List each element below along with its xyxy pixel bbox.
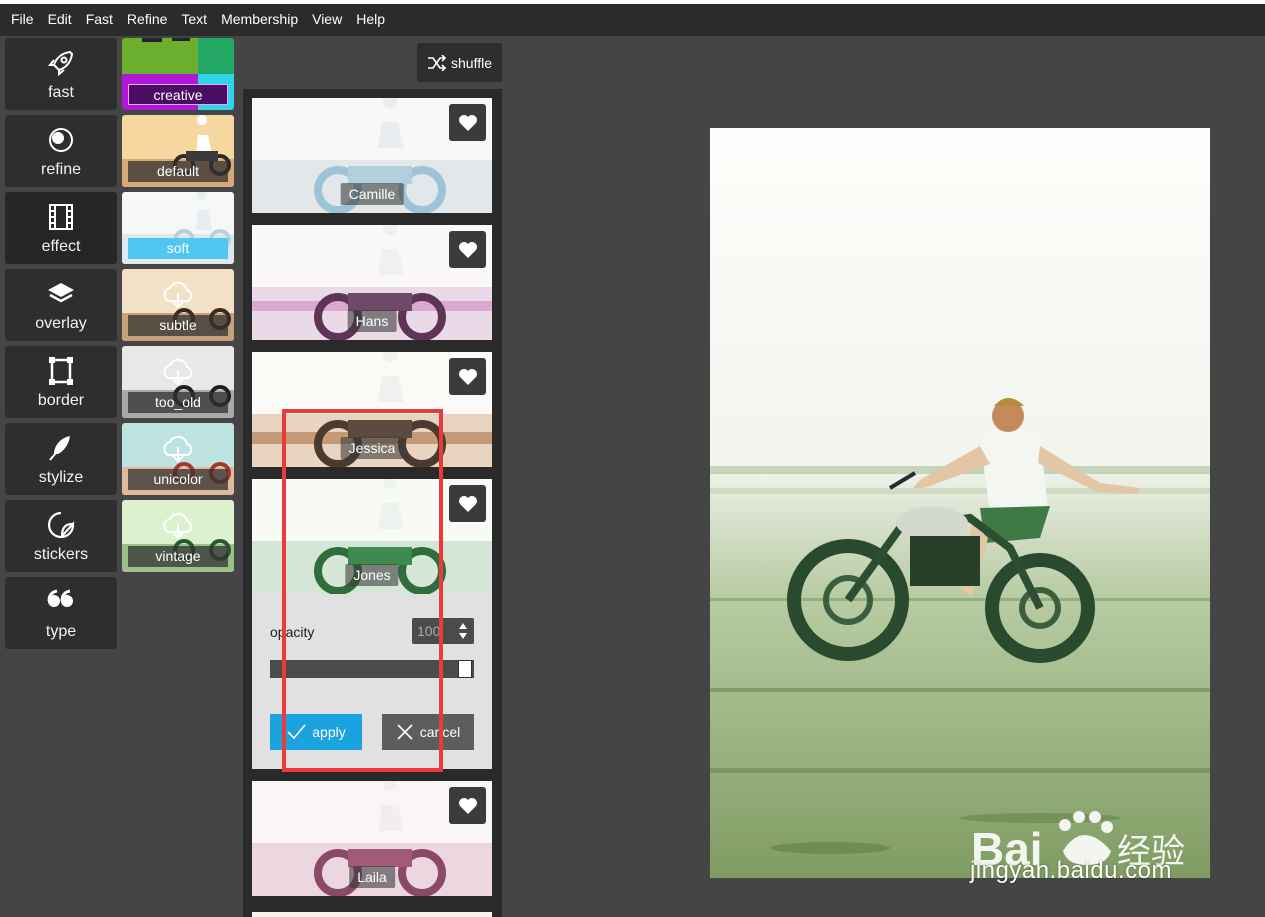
watermark-url: jingyan.baidu.com — [970, 857, 1172, 884]
opacity-value: 100 — [417, 623, 441, 639]
menu-edit[interactable]: Edit — [41, 1, 79, 37]
category-unicolor[interactable]: unicolor — [122, 423, 234, 495]
menu-bar: File Edit Fast Refine Text Membership Vi… — [0, 0, 1265, 36]
cloud-download-icon — [163, 358, 193, 386]
tool-label: border — [37, 392, 85, 409]
category-label: subtle — [128, 315, 228, 336]
category-label: too_old — [128, 392, 228, 413]
stepper-arrows-icon[interactable] — [459, 622, 467, 640]
tool-effect[interactable]: effect — [5, 192, 117, 264]
check-icon — [287, 724, 306, 740]
frame-icon — [46, 356, 76, 386]
film-icon — [46, 202, 76, 232]
effect-thumbnail — [252, 912, 492, 917]
effect-label: Hans — [347, 310, 397, 332]
shuffle-button[interactable]: shuffle — [417, 43, 502, 82]
effect-list: Camille Hans Jessica Jones Laila — [243, 89, 502, 917]
layers-icon — [46, 279, 76, 309]
tool-overlay[interactable]: overlay — [5, 269, 117, 341]
circles-icon — [46, 125, 76, 155]
category-label: creative — [128, 84, 228, 105]
effect-label: Camille — [340, 183, 404, 205]
tool-panel: fast refine effect overlay border styliz… — [5, 38, 117, 654]
favorite-button[interactable] — [449, 358, 486, 395]
opacity-slider[interactable] — [270, 660, 474, 678]
heart-icon — [458, 114, 477, 131]
category-label: vintage — [128, 546, 228, 567]
menu-text[interactable]: Text — [174, 1, 214, 37]
close-icon — [397, 724, 413, 740]
photo-canvas — [710, 128, 1210, 878]
effect-label: Laila — [349, 866, 395, 888]
cancel-button[interactable]: cancel — [382, 714, 474, 750]
opacity-input[interactable]: 100 — [412, 618, 474, 644]
apply-label: apply — [312, 724, 346, 740]
feather-icon — [46, 433, 76, 463]
effect-jessica[interactable]: Jessica — [252, 352, 492, 467]
heart-icon — [458, 797, 477, 814]
rocket-icon — [46, 48, 76, 78]
category-subtle[interactable]: subtle — [122, 269, 234, 341]
heart-icon — [458, 495, 477, 512]
category-panel: creative default soft subtle too_old uni… — [122, 38, 234, 577]
effect-laila[interactable]: Laila — [252, 781, 492, 896]
effect-label: Jessica — [340, 437, 404, 459]
tool-border[interactable]: border — [5, 346, 117, 418]
favorite-button[interactable] — [449, 231, 486, 268]
cloud-download-icon — [163, 435, 193, 463]
tool-label: fast — [48, 84, 74, 101]
effect-hans[interactable]: Hans — [252, 225, 492, 340]
main-photo — [710, 128, 1210, 878]
menu-view[interactable]: View — [305, 1, 349, 37]
tool-label: refine — [40, 161, 82, 178]
effect-camille[interactable]: Camille — [252, 98, 492, 213]
effect-jones[interactable]: Jones — [252, 479, 492, 594]
tool-stickers[interactable]: stickers — [5, 500, 117, 572]
tool-refine[interactable]: refine — [5, 115, 117, 187]
category-label: unicolor — [128, 469, 228, 490]
category-vintage[interactable]: vintage — [122, 500, 234, 572]
apply-button[interactable]: apply — [270, 714, 362, 750]
category-creative[interactable]: creative — [122, 38, 234, 110]
tool-type[interactable]: type — [5, 577, 117, 649]
opacity-label: opacity — [270, 624, 315, 640]
heart-icon — [458, 241, 477, 258]
menu-file[interactable]: File — [4, 1, 41, 37]
favorite-button[interactable] — [449, 787, 486, 824]
favorite-button[interactable] — [449, 104, 486, 141]
quote-icon — [46, 587, 76, 617]
tool-label: overlay — [35, 315, 87, 332]
cloud-download-icon — [163, 512, 193, 540]
tool-label: type — [45, 623, 77, 640]
menu-fast[interactable]: Fast — [79, 1, 120, 37]
tool-label: stylize — [38, 469, 84, 486]
menu-membership[interactable]: Membership — [214, 1, 305, 37]
cancel-label: cancel — [419, 724, 461, 740]
category-default[interactable]: default — [122, 115, 234, 187]
slider-handle[interactable] — [458, 660, 472, 678]
shuffle-icon — [428, 54, 447, 71]
category-label: soft — [128, 238, 228, 259]
tool-label: effect — [41, 238, 81, 255]
heart-icon — [458, 368, 477, 385]
window-top-strip — [0, 0, 1265, 4]
category-too-old[interactable]: too_old — [122, 346, 234, 418]
tool-fast[interactable]: fast — [5, 38, 117, 110]
effect-label: Jones — [345, 564, 399, 586]
cloud-download-icon — [163, 281, 193, 309]
tool-stylize[interactable]: stylize — [5, 423, 117, 495]
menu-refine[interactable]: Refine — [120, 1, 174, 37]
category-soft[interactable]: soft — [122, 192, 234, 264]
opacity-panel: opacity 100 apply cancel — [252, 594, 492, 769]
effect-next[interactable] — [252, 908, 492, 917]
sticker-icon — [46, 510, 76, 540]
shuffle-label: shuffle — [451, 54, 492, 71]
category-label: default — [128, 161, 228, 182]
tool-label: stickers — [33, 546, 89, 563]
favorite-button[interactable] — [449, 485, 486, 522]
menu-help[interactable]: Help — [349, 1, 392, 37]
